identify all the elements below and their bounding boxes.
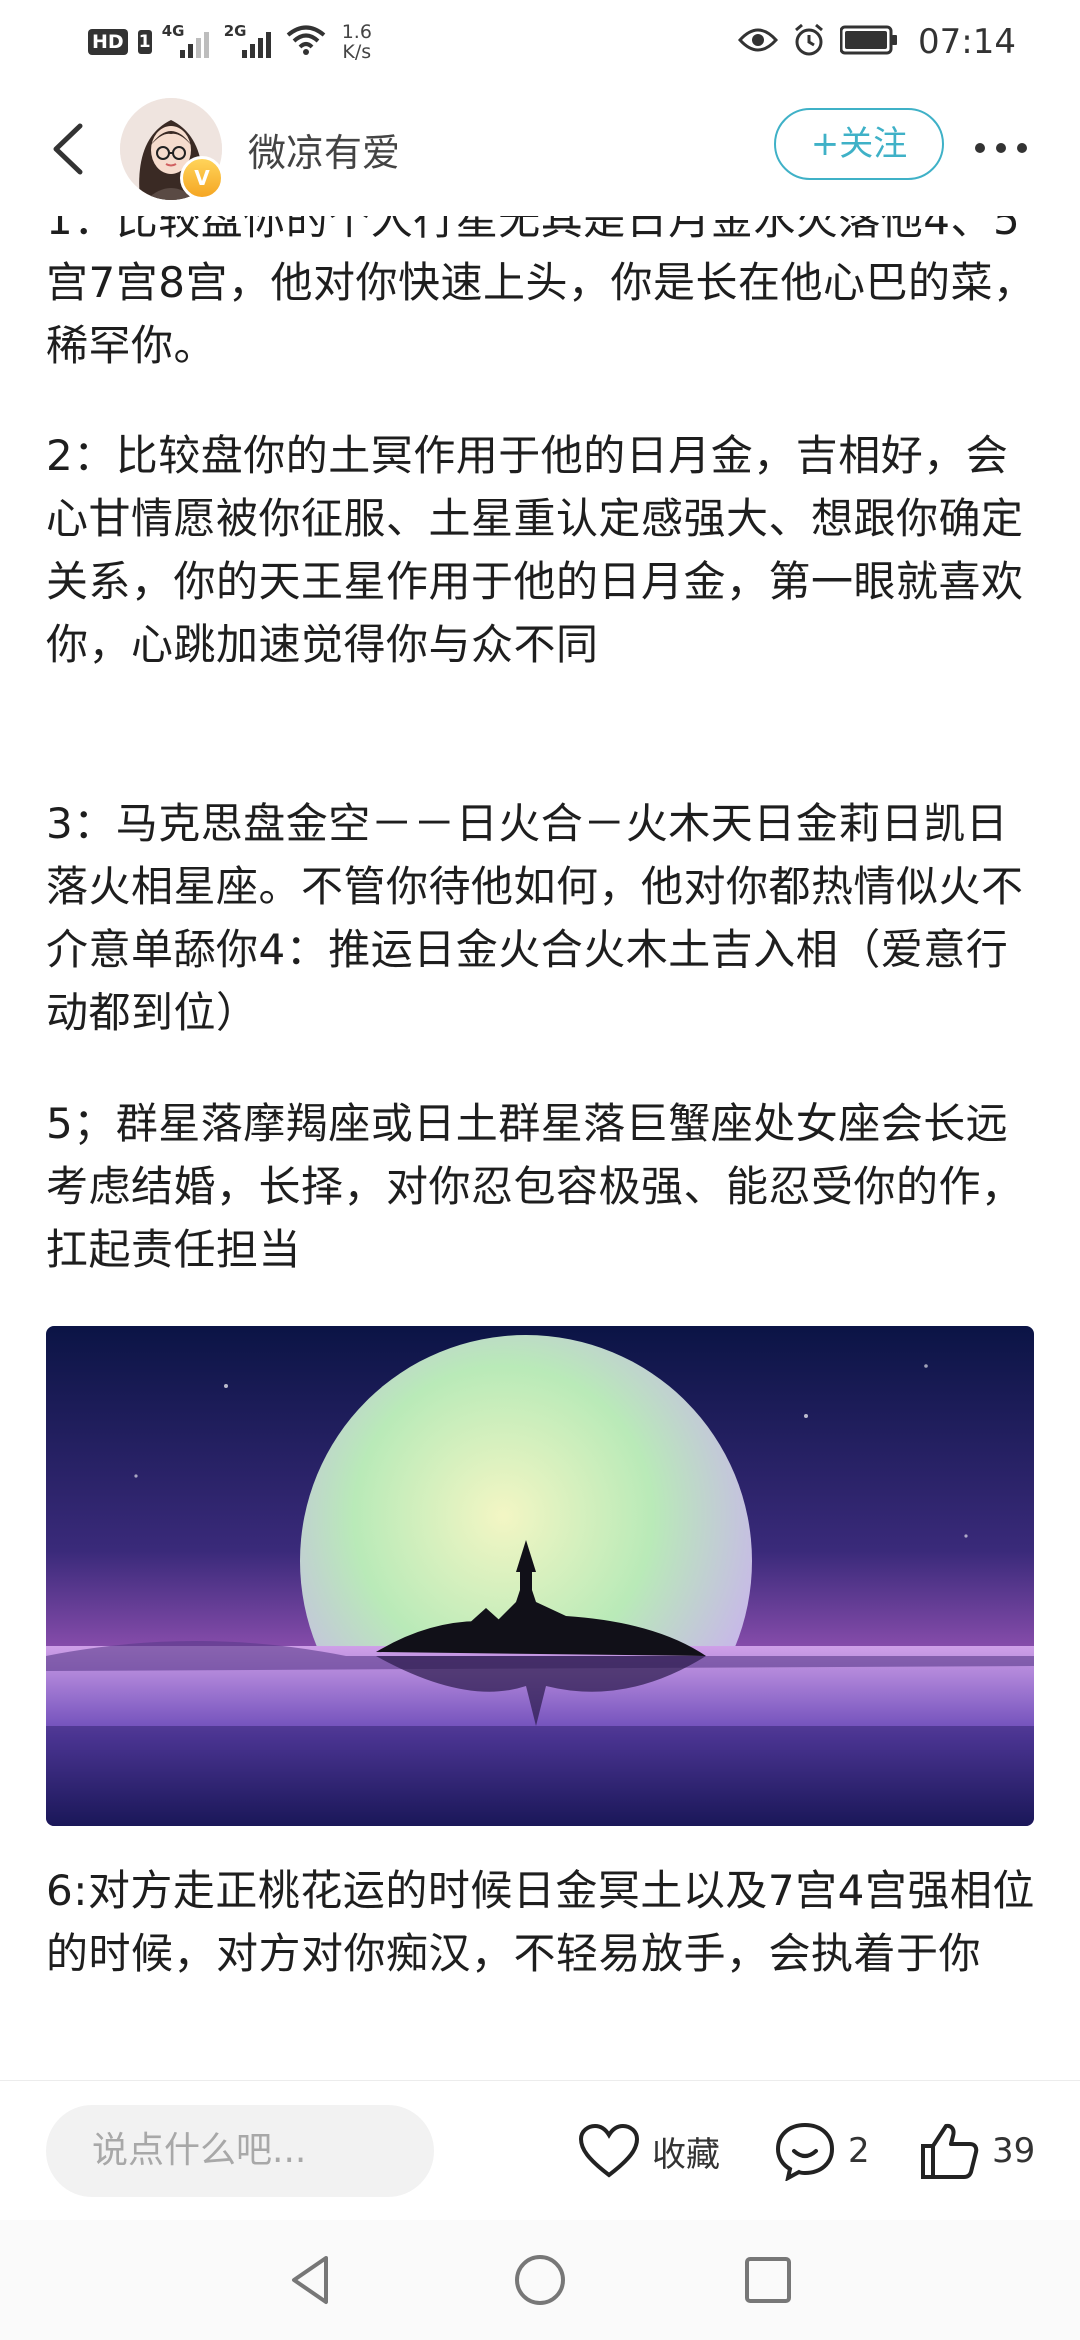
nav-home-button[interactable] xyxy=(510,2250,570,2310)
square-recents-icon xyxy=(745,2257,791,2303)
eye-comfort-icon xyxy=(737,26,779,58)
wifi-icon xyxy=(286,24,326,60)
signal-2g-icon: 2G xyxy=(224,22,276,60)
status-right: 07:14 xyxy=(737,16,1016,68)
like-button[interactable]: 39 xyxy=(918,2111,1035,2191)
moon-lake-image[interactable] xyxy=(46,1326,1034,1826)
sim-indicator: 1 xyxy=(137,30,152,54)
clock-time: 07:14 xyxy=(918,22,1016,62)
article-body: 1：比较盘你的个人行星无其是日月金水火落他4、5宫7宫8宫，他对你快速上头，你是… xyxy=(0,216,1080,2080)
signal-4g-icon: 4G xyxy=(162,22,214,60)
article-paragraph-4: 5；群星落摩羯座或日土群星落巨蟹座处女座会长远考虑结婚，长择，对你忍包容极强、能… xyxy=(46,1099,1024,1274)
circle-home-icon xyxy=(515,2255,565,2305)
triangle-back-icon xyxy=(292,2256,328,2304)
nav-back-button[interactable] xyxy=(282,2250,342,2310)
comment-count: 2 xyxy=(848,2131,870,2171)
chevron-left-icon xyxy=(53,123,83,175)
author-name[interactable]: 微凉有爱 xyxy=(248,122,400,177)
article-paragraph-1: 1：比较盘你的个人行星无其是日月金水火落他4、5宫7宫8宫，他对你快速上头，你是… xyxy=(46,216,1036,370)
favorite-button[interactable]: 收藏 xyxy=(578,2111,720,2191)
more-dots-icon xyxy=(975,143,1027,153)
article-paragraph-2: 2：比较盘你的土冥作用于他的日月金，吉相好，会心甘情愿被你征服、土星重认定感强大… xyxy=(46,431,1024,669)
like-count: 39 xyxy=(992,2131,1036,2171)
follow-button[interactable]: +关注 xyxy=(774,108,944,180)
speed-unit: K/s xyxy=(342,41,372,63)
more-button[interactable] xyxy=(966,126,1036,170)
comment-button[interactable]: 2 xyxy=(774,2111,870,2191)
alarm-icon xyxy=(792,23,826,61)
speed-value: 1.6 xyxy=(341,21,372,43)
back-button[interactable] xyxy=(44,114,94,184)
system-nav-bar xyxy=(0,2220,1080,2340)
heart-icon xyxy=(578,2123,640,2178)
hd-indicator: HD xyxy=(88,29,128,55)
post-header: V 微凉有爱 +关注 xyxy=(0,84,1080,216)
network-speed: 1.6 K/s xyxy=(342,22,372,62)
article-paragraph-5: 6:对方走正桃花运的时候日金冥土以及7宫4宫强相位的时候，对方对你痴汉，不轻易放… xyxy=(46,1866,1035,1978)
comment-input[interactable]: 说点什么吧... xyxy=(46,2105,434,2197)
nav-recents-button[interactable] xyxy=(738,2250,798,2310)
status-bar: HD 1 4G 2G 1.6 K/s 07:14 xyxy=(0,0,1080,84)
article-paragraph-3: 3：马克思盘金空－－日火合－火木天日金莉日凯日落火相星座。不管你待他如何，他对你… xyxy=(46,799,1024,1037)
moon-island-illustration xyxy=(46,1326,1034,1826)
vip-badge-icon: V xyxy=(180,156,224,200)
favorite-label: 收藏 xyxy=(652,2134,720,2175)
action-bar: 说点什么吧... 收藏 2 39 xyxy=(0,2080,1080,2221)
status-left: HD 1 4G 2G 1.6 K/s xyxy=(88,16,372,68)
battery-icon xyxy=(839,25,898,59)
thumbs-up-icon xyxy=(921,2123,979,2179)
comment-bubble-icon xyxy=(775,2122,835,2181)
